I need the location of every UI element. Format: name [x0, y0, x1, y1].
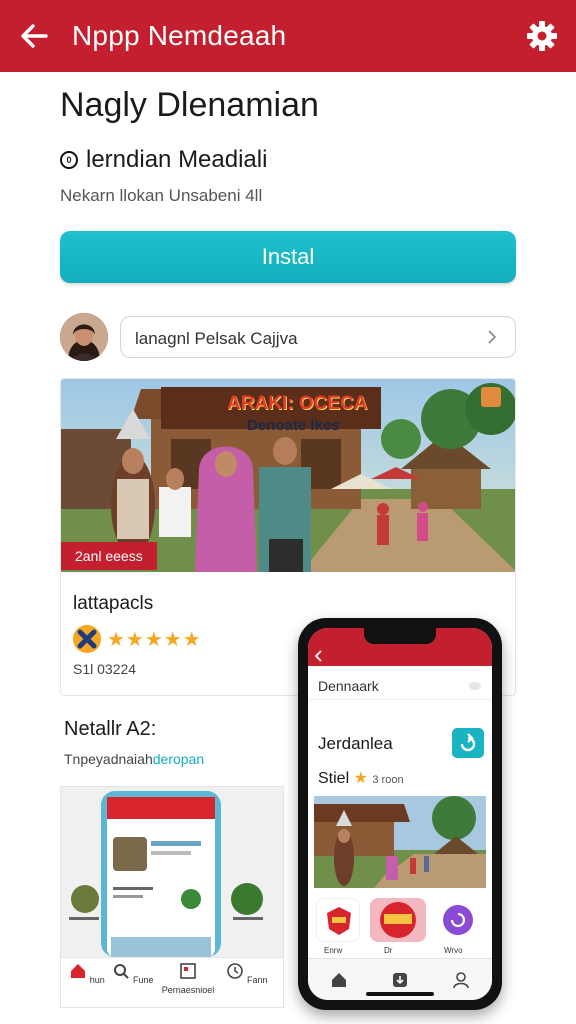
phone-tile-label-2: Dr — [384, 946, 393, 955]
nav-label-clock: Fann — [247, 975, 268, 985]
nav-label-home: hun — [89, 975, 105, 985]
user-icon[interactable] — [452, 971, 470, 989]
star-icon: ★ — [353, 770, 368, 787]
nav-item-news[interactable]: Pernaesnioel — [159, 962, 217, 995]
app-subtitle: Nekarn llokan Unsabeni 4ll — [60, 186, 263, 205]
phone-app-title: Jerdanlea — [318, 734, 393, 753]
phone-tile-label-3: Wrvo — [444, 946, 463, 955]
nav-label-search: Fune — [133, 975, 154, 985]
banner-subtitle: Denoate lkes — [247, 417, 340, 434]
screenshot-art — [61, 787, 283, 957]
phone-tile-3[interactable] — [436, 898, 480, 942]
app-bar-title: Nppp Nemdeaah — [72, 20, 287, 51]
app-name: Nagly Dlenamian — [60, 86, 319, 124]
phone-screen: Dennaark Jerdanlea Stiel ★ 3 roon Enrw D… — [308, 628, 492, 1000]
download-icon[interactable] — [391, 971, 409, 989]
phone-subtitle-small: 3 roon — [372, 774, 404, 786]
news-icon — [180, 963, 196, 979]
arrow-left-icon[interactable] — [16, 18, 52, 54]
phone-mockup: Dennaark Jerdanlea Stiel ★ 3 roon Enrw D… — [298, 618, 502, 1010]
avatar[interactable] — [60, 313, 108, 361]
phone-subtitle-text: Stiel — [318, 770, 350, 787]
section-subtitle-a: Tnpeyadnaiah — [64, 751, 153, 767]
developer-badge: 0 — [60, 151, 78, 169]
nav-item-clock[interactable]: Fann — [221, 962, 273, 985]
sync-icon — [443, 905, 473, 935]
screenshot-preview[interactable]: hun Fune Pernaesnioel Fann — [60, 786, 284, 1008]
phone-subtitle: Stiel ★ 3 roon — [318, 768, 404, 788]
star-rating: ★★★★★ — [107, 629, 202, 651]
section-title: Netallr A2: — [64, 718, 157, 740]
developer-name: lerndian Meadiali — [86, 146, 268, 173]
cloud-icon — [469, 682, 481, 690]
featured-tag: 2anl eeess — [61, 542, 157, 570]
section-subtitle-link[interactable]: deropan — [153, 751, 204, 767]
nav-label-news: Pernaesnioel — [161, 985, 215, 995]
nav-item-search[interactable]: Fune — [107, 962, 159, 985]
phone-notch — [364, 628, 436, 644]
featured-name: lattapacls — [73, 593, 154, 614]
phone-action-button[interactable] — [452, 728, 484, 758]
chevron-right-icon[interactable] — [483, 328, 501, 346]
phone-tile-2[interactable] — [370, 898, 426, 942]
featured-size: S1l 03224 — [73, 661, 137, 677]
phone-tile-label-1: Enrw — [324, 946, 343, 955]
search-icon — [114, 964, 130, 979]
phone-hero-image — [314, 796, 486, 888]
home-icon — [71, 964, 86, 978]
phone-tile-1[interactable] — [316, 898, 360, 942]
screenshot-nav: hun Fune Pernaesnioel Fann — [61, 957, 283, 1007]
shield-icon — [327, 907, 351, 935]
search-input[interactable]: lanagnl Pelsak Cajjva — [120, 316, 516, 358]
app-bar: Nppp Nemdeaah — [0, 0, 576, 72]
phone-search-text: Dennaark — [318, 678, 379, 694]
nav-item-home[interactable]: hun — [61, 962, 113, 985]
rating-badge-icon — [73, 625, 101, 653]
refresh-icon — [460, 733, 476, 752]
home-indicator — [366, 992, 434, 996]
badge-icon — [380, 902, 416, 938]
phone-search-input[interactable]: Dennaark — [308, 670, 492, 700]
gear-icon[interactable] — [522, 16, 562, 56]
clock-icon — [227, 963, 244, 979]
search-text: lanagnl Pelsak Cajjva — [135, 329, 298, 348]
chevron-left-icon[interactable] — [314, 650, 324, 662]
section-subtitle: Tnpeyadnaiahderopan — [64, 751, 204, 767]
install-button[interactable]: Instal — [60, 231, 516, 283]
home-icon[interactable] — [330, 971, 348, 989]
banner-title: ARAKI: OCECA — [227, 393, 368, 414]
developer-row[interactable]: 0 lerndian Meadiali — [60, 146, 267, 174]
